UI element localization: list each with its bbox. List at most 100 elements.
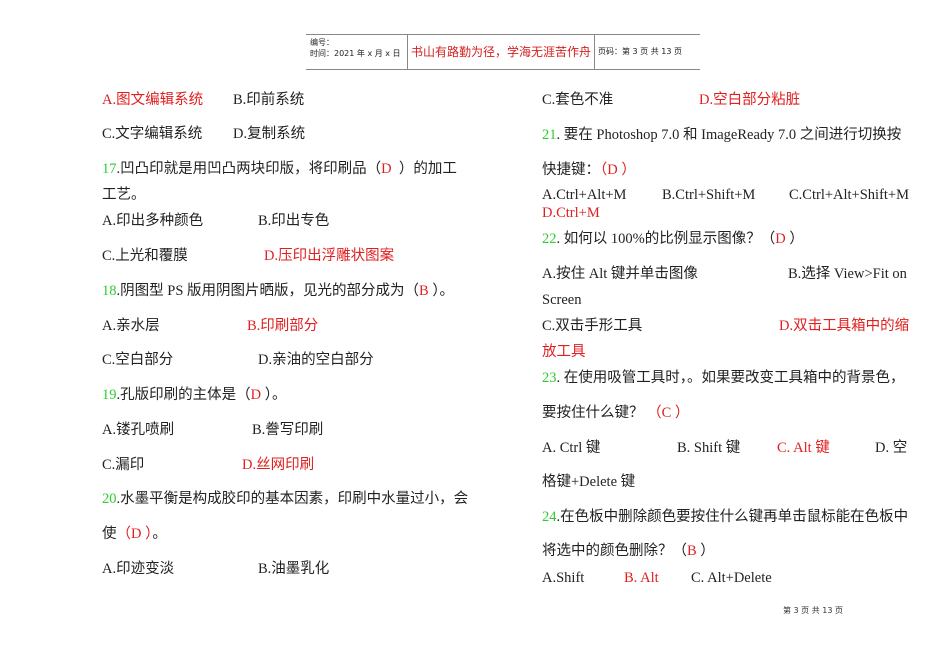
text-line: 18.阴图型 PS 版用阴图片晒版，见光的部分成为（B ）。 bbox=[102, 282, 454, 300]
line-text: . 要在 Photoshop 7.0 和 ImageReady 7.0 之间进行… bbox=[556, 127, 902, 143]
line-text: A.亲水层 bbox=[102, 318, 160, 334]
text-line: D.压印出浮雕状图案 bbox=[264, 247, 394, 265]
line-text: A.按住 Alt 键并单击图像 bbox=[542, 266, 698, 282]
text-line: 23. 在使用吸管工具时，。如果要改变工具箱中的背景色， bbox=[542, 369, 905, 387]
text-line: C.空白部分 bbox=[102, 351, 173, 369]
line-text: .在色板中删除颜色要按住什么键再单击鼠标能在色板中 bbox=[556, 509, 909, 525]
answer-text: （C ） bbox=[647, 405, 690, 421]
text-line: D.丝网印刷 bbox=[242, 456, 314, 474]
line-text: 使 bbox=[102, 526, 117, 542]
line-text: B.誊写印刷 bbox=[252, 422, 324, 438]
page-footer: 第 3 页 共 13 页 bbox=[783, 606, 843, 615]
line-text: .阴图型 PS 版用阴图片晒版，见光的部分成为（ bbox=[116, 283, 420, 299]
line-text: 工艺。 bbox=[102, 187, 146, 203]
text-line: A.亲水层 bbox=[102, 317, 160, 335]
text-line: C.漏印 bbox=[102, 456, 144, 474]
answer-text: D.空白部分粘脏 bbox=[699, 92, 801, 108]
line-text: 。 bbox=[152, 526, 167, 542]
text-line: A. Ctrl 键 bbox=[542, 439, 600, 457]
time-label: 时间：2021 年 x 月 x 日 bbox=[310, 49, 401, 58]
answer-text: B bbox=[687, 543, 697, 559]
answer-text: （D ） bbox=[600, 162, 636, 178]
line-text: ）。 bbox=[428, 283, 455, 299]
line-text: .凹凸印就是用凹凸两块印版，将印刷品（ bbox=[116, 161, 382, 177]
answer-text: D.压印出浮雕状图案 bbox=[264, 248, 395, 264]
question-number: 19 bbox=[102, 387, 117, 403]
line-text: B.选择 View>Fit on bbox=[788, 266, 907, 282]
line-text: .水墨平衡是构成胶印的基本因素，印刷中水量过小，会 bbox=[116, 491, 469, 507]
question-number: 18 bbox=[102, 283, 117, 299]
text-line: C.双击手形工具 bbox=[542, 317, 642, 335]
text-line: 工艺。 bbox=[102, 186, 146, 204]
line-text: B.Ctrl+Shift+M bbox=[662, 187, 756, 203]
text-line: B. Alt bbox=[624, 569, 659, 587]
answer-text: D bbox=[775, 231, 786, 247]
line-text: A.印迹变淡 bbox=[102, 561, 175, 577]
text-line: A.印迹变淡 bbox=[102, 560, 174, 578]
answer-text: C. Alt 键 bbox=[777, 440, 830, 456]
line-text: . 如何以 100%的比例显示图像？（ bbox=[556, 231, 776, 247]
line-text: .孔版印刷的主体是（ bbox=[116, 387, 251, 403]
text-line: C.上光和覆膜 bbox=[102, 247, 188, 265]
line-text: A. Ctrl 键 bbox=[542, 440, 601, 456]
text-line: A.印出多种颜色 bbox=[102, 212, 203, 230]
text-line: 21. 要在 Photoshop 7.0 和 ImageReady 7.0 之间… bbox=[542, 126, 901, 144]
text-line: D.亲油的空白部分 bbox=[258, 351, 374, 369]
text-line: 将选中的颜色删除？（B ） bbox=[542, 542, 715, 560]
text-line: 放工具 bbox=[542, 343, 586, 361]
text-line: 19.孔版印刷的主体是（D ）。 bbox=[102, 386, 286, 404]
question-number: 23 bbox=[542, 370, 557, 386]
answer-text: D.丝网印刷 bbox=[242, 457, 315, 473]
text-line: D. 空 bbox=[875, 439, 907, 457]
text-line: B.印刷部分 bbox=[247, 317, 318, 335]
text-line: A.Ctrl+Alt+M bbox=[542, 186, 626, 204]
line-text: ）的加工 bbox=[391, 161, 457, 177]
line-text: A.Shift bbox=[542, 570, 585, 586]
question-number: 17 bbox=[102, 161, 117, 177]
answer-text: B. Alt bbox=[624, 570, 659, 586]
line-text: C.Ctrl+Alt+Shift+M bbox=[789, 187, 910, 203]
text-line: C.文字编辑系统 bbox=[102, 125, 202, 143]
text-line: C.Ctrl+Alt+Shift+M bbox=[789, 186, 909, 204]
text-line: B.印前系统 bbox=[233, 91, 304, 109]
line-text: B.油墨乳化 bbox=[258, 561, 330, 577]
answer-text: D.Ctrl+M bbox=[542, 205, 600, 221]
text-line: 24.在色板中删除颜色要按住什么键再单击鼠标能在色板中 bbox=[542, 508, 908, 526]
text-line: B.誊写印刷 bbox=[252, 421, 323, 439]
text-line: C. Alt 键 bbox=[777, 439, 830, 457]
line-text: C.空白部分 bbox=[102, 352, 174, 368]
question-number: 20 bbox=[102, 491, 117, 507]
text-line: A.图文编辑系统 bbox=[102, 91, 203, 109]
line-text: C.双击手形工具 bbox=[542, 318, 643, 334]
line-text: 格键+Delete 键 bbox=[542, 474, 636, 490]
answer-text: D bbox=[250, 387, 262, 403]
line-text: C.文字编辑系统 bbox=[102, 126, 203, 142]
question-number: 24 bbox=[542, 509, 557, 525]
text-line: Screen bbox=[542, 291, 581, 309]
line-text: B. Shift 键 bbox=[677, 440, 741, 456]
line-text: A.镂孔喷刷 bbox=[102, 422, 175, 438]
page-header: 编号： 时间：2021 年 x 月 x 日 书山有路勤为径，学海无涯苦作舟 页码… bbox=[306, 34, 700, 70]
text-line: B.选择 View>Fit on bbox=[788, 265, 907, 283]
text-line: D.双击工具箱中的缩 bbox=[779, 317, 909, 335]
line-text: . 在使用吸管工具时，。如果要改变工具箱中的背景色， bbox=[556, 370, 905, 386]
text-line: 17.凹凸印就是用凹凸两块印版，将印刷品（D ）的加工 bbox=[102, 160, 457, 178]
text-line: A.按住 Alt 键并单击图像 bbox=[542, 265, 698, 283]
line-text: B.印前系统 bbox=[233, 92, 305, 108]
line-text: ） bbox=[696, 543, 715, 559]
answer-text: D.双击工具箱中的缩 bbox=[779, 318, 910, 334]
line-text: C. Alt+Delete bbox=[691, 570, 772, 586]
line-text: B.印出专色 bbox=[258, 213, 330, 229]
text-line: D.空白部分粘脏 bbox=[699, 91, 800, 109]
line-text: D. 空 bbox=[875, 440, 908, 456]
text-line: C. Alt+Delete bbox=[691, 569, 772, 587]
question-number: 21 bbox=[542, 127, 557, 143]
text-line: C.套色不准 bbox=[542, 91, 613, 109]
text-line: 快捷键：（D ） bbox=[542, 161, 636, 179]
answer-text: B.印刷部分 bbox=[247, 318, 319, 334]
text-line: 22. 如何以 100%的比例显示图像？（D ） bbox=[542, 230, 804, 248]
question-number: 22 bbox=[542, 231, 557, 247]
line-text: 将选中的颜色删除？（ bbox=[542, 543, 687, 559]
line-text: C.上光和覆膜 bbox=[102, 248, 188, 264]
line-text: 快捷键： bbox=[542, 162, 600, 178]
